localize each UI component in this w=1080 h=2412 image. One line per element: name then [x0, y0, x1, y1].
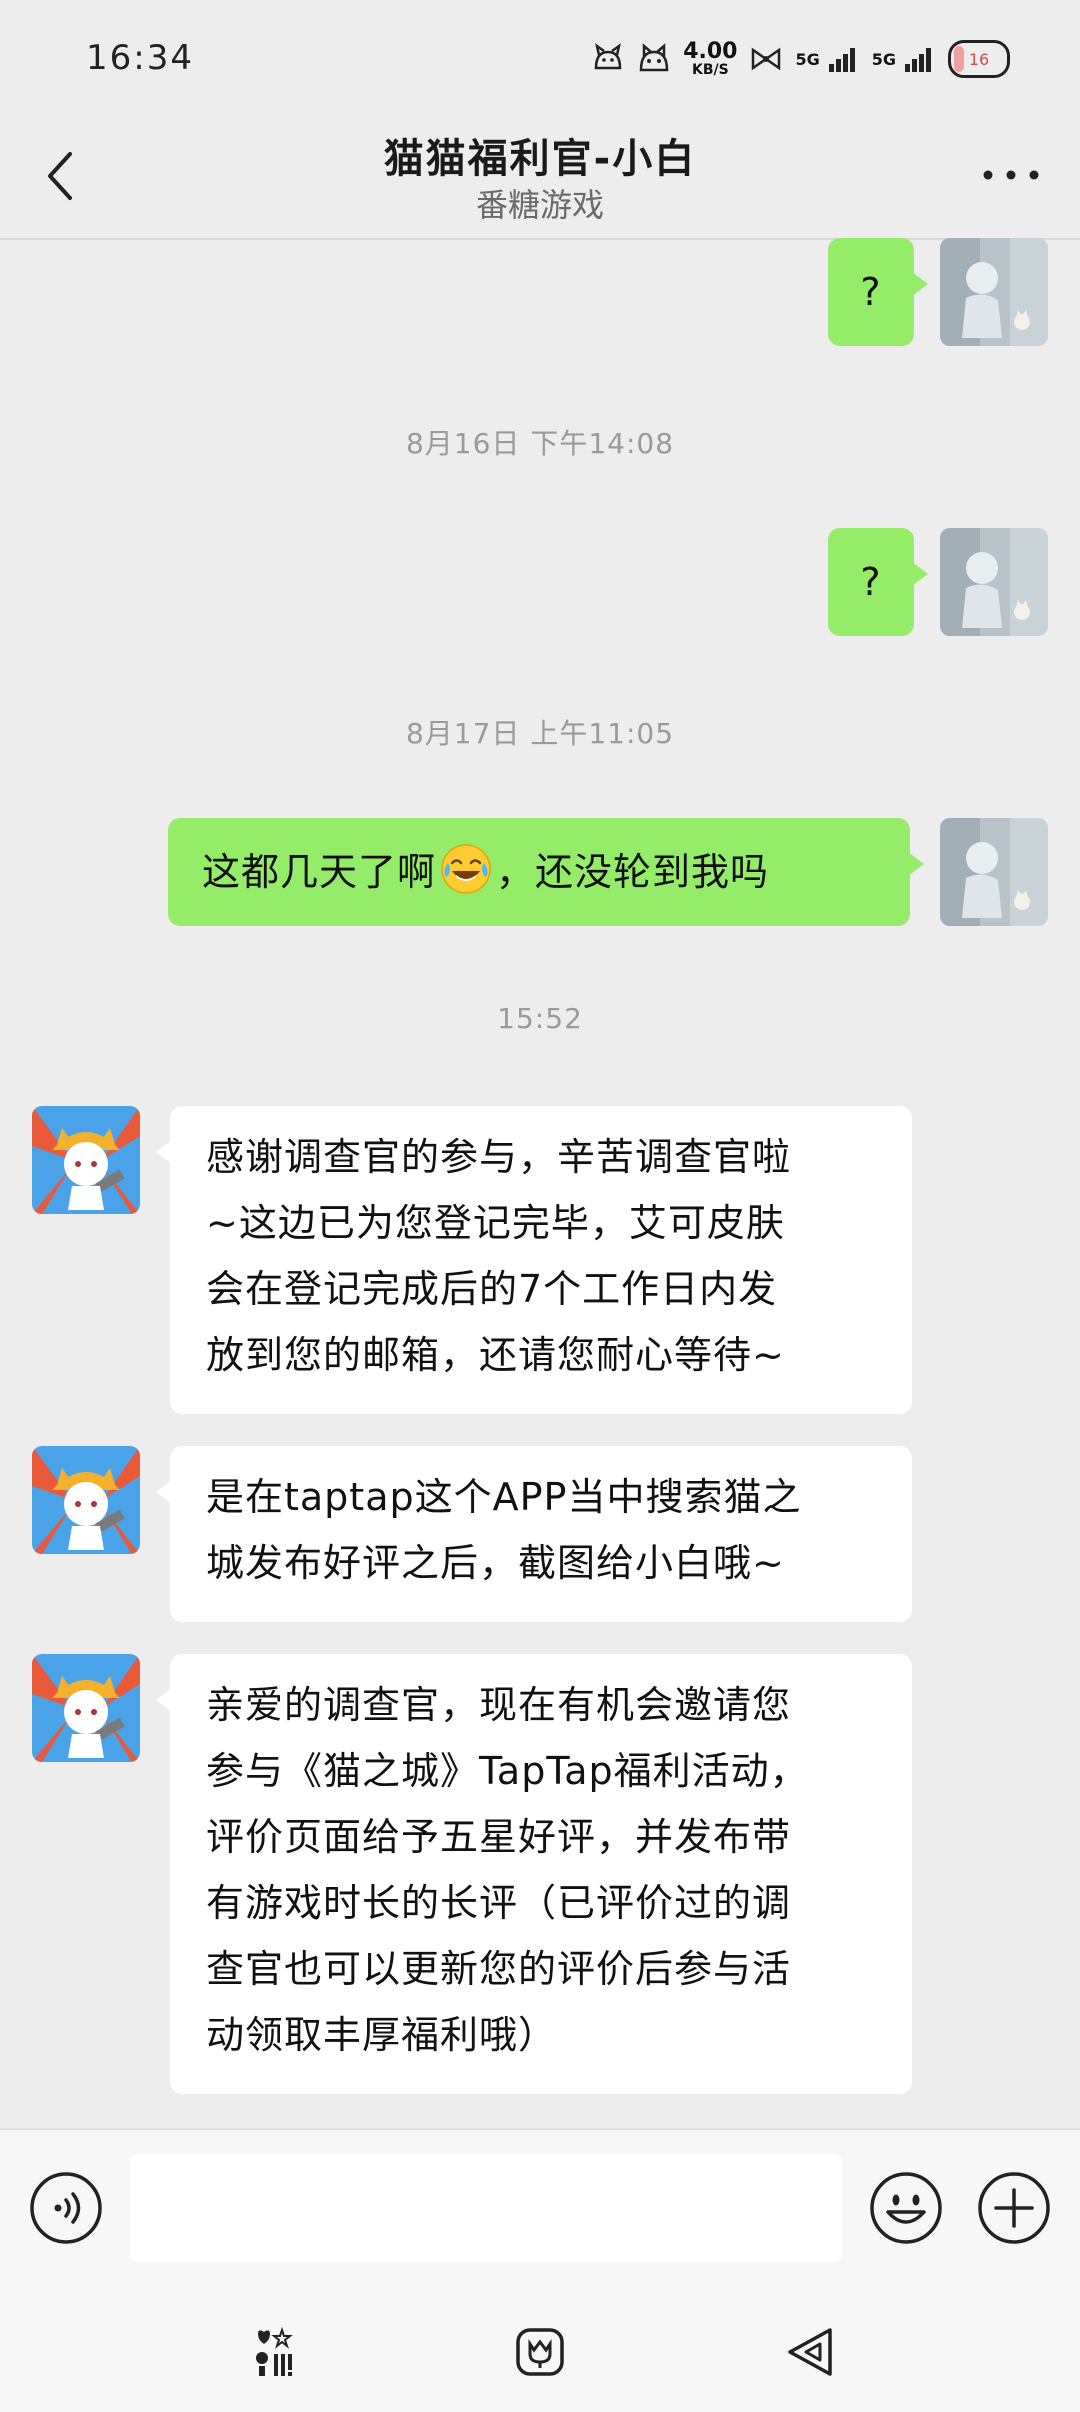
cat-notification-icon [594, 43, 622, 70]
back-triangle-icon[interactable] [782, 2324, 838, 2380]
message-text: ? [860, 560, 882, 604]
chat-messages[interactable]: ? 8月16日 下午14:08 ? 8月17日 上午11:05 这都几天了啊 ，… [0, 238, 1080, 2128]
contact-message-bubble[interactable]: 是在taptap这个APP当中搜索猫之 城发布好评之后，截图给小白哦~ [156, 1446, 912, 1622]
net-speed-value: 4.00 [683, 39, 738, 64]
net-speed: 4.00 KB/S [683, 39, 738, 78]
my-avatar[interactable] [940, 818, 1048, 926]
sim1-label: 5G [795, 49, 820, 69]
emoji-icon[interactable] [868, 2170, 944, 2246]
contact-avatar[interactable] [32, 1446, 140, 1554]
message-text: ? [860, 270, 882, 314]
message-line: 是在taptap这个APP当中搜索猫之 [206, 1475, 802, 1519]
timestamp: 8月16日 下午14:08 [405, 427, 675, 460]
chat-subtitle: 番糖游戏 [475, 186, 604, 224]
contact-avatar[interactable] [32, 1106, 140, 1214]
message-line: 评价页面给予五星好评，并发布带 [206, 1815, 792, 1859]
status-icons: 4.00 KB/S 5G 5G 16 [591, 36, 1010, 82]
message-line: 参与《猫之城》TapTap福利活动， [206, 1749, 809, 1793]
battery-icon: 16 [948, 40, 1010, 78]
sim2-label: 5G [871, 49, 896, 69]
contact-avatar[interactable] [32, 1654, 140, 1762]
message-input[interactable] [130, 2154, 842, 2262]
input-bar [0, 2128, 1080, 2290]
my-avatar[interactable] [940, 238, 1048, 346]
status-bar: 16:34 4.00 KB/S 5G 5G 16 [0, 0, 1080, 120]
battery-level: 16 [968, 49, 990, 69]
laughing-tears-emoji-icon [441, 844, 491, 894]
chat-title: 猫猫福利官-小白 [383, 136, 697, 182]
bow-icon [752, 47, 781, 71]
message-line: 查官也可以更新您的评价后参与活 [206, 1947, 792, 1991]
message-text: 这都几天了啊 [202, 850, 437, 894]
contact-message-bubble[interactable]: 感谢调查官的参与，辛苦调查官啦 ~这边已为您登记完毕，艾可皮肤 会在登记完成后的… [156, 1106, 912, 1414]
timestamp: 8月17日 上午11:05 [405, 717, 675, 750]
my-message-bubble[interactable]: ? [828, 238, 928, 346]
message-line: 感谢调查官的参与，辛苦调查官啦 [206, 1135, 792, 1179]
chat-header: 猫猫福利官-小白 番糖游戏 [0, 120, 1080, 240]
signal-icon [828, 48, 855, 72]
system-nav-bar [0, 2288, 1080, 2412]
message-line: 会在登记完成后的7个工作日内发 [206, 1267, 778, 1311]
my-avatar[interactable] [940, 528, 1048, 636]
timestamp: 15:52 [497, 1002, 583, 1035]
message-line: 放到您的邮箱，还请您耐心等待~ [206, 1333, 785, 1377]
status-time: 16:34 [86, 38, 194, 78]
message-line: 动领取丰厚福利哦） [206, 2013, 558, 2057]
contact-message-bubble[interactable]: 亲爱的调查官，现在有机会邀请您 参与《猫之城》TapTap福利活动， 评价页面给… [156, 1654, 912, 2094]
my-message-bubble[interactable]: 这都几天了啊 ，还没轮到我吗 [168, 818, 924, 926]
signal-icon [905, 48, 931, 72]
message-line: 亲爱的调查官，现在有机会邀请您 [206, 1683, 792, 1727]
message-line: 有游戏时长的长评（已评价过的调 [206, 1881, 792, 1925]
net-speed-unit: KB/S [691, 62, 729, 78]
plus-icon[interactable] [976, 2170, 1052, 2246]
message-line: 城发布好评之后，截图给小白哦~ [206, 1541, 785, 1585]
message-text: ，还没轮到我吗 [496, 850, 770, 894]
cat-face-icon [639, 43, 669, 72]
home-icon[interactable] [512, 2324, 568, 2380]
recent-apps-icon[interactable] [248, 2324, 304, 2380]
my-message-bubble[interactable]: ? [828, 528, 928, 636]
message-line: ~这边已为您登记完毕，艾可皮肤 [206, 1201, 785, 1245]
voice-icon[interactable] [28, 2170, 104, 2246]
more-dots-icon[interactable] [976, 160, 1046, 190]
